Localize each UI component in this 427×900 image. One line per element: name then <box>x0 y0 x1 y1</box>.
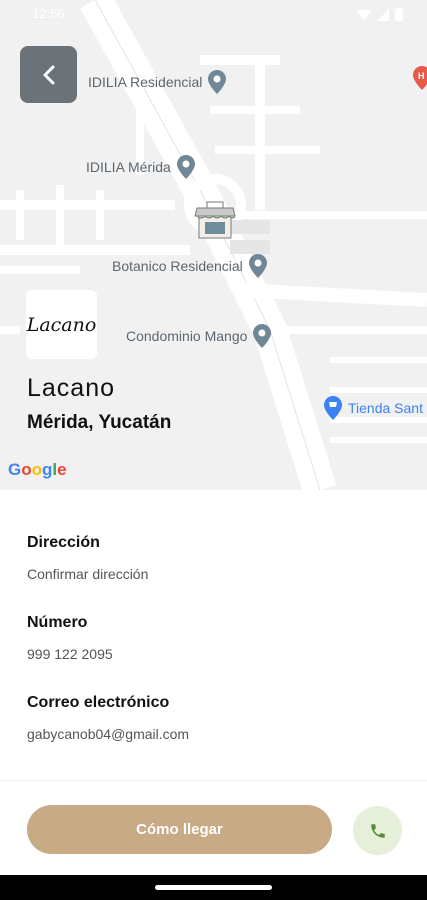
chevron-left-icon <box>43 65 54 84</box>
map-pin-icon <box>253 324 272 348</box>
google-attribution-logo: Google <box>8 460 67 480</box>
system-nav-bar <box>0 875 427 900</box>
store-city: Mérida, Yucatán <box>27 412 172 433</box>
map-view[interactable]: 12:56 IDILIA Residencial IDILIA Mérida B… <box>0 0 427 490</box>
wifi-icon <box>357 9 371 20</box>
google-letter: o <box>31 460 43 479</box>
map-poi[interactable]: Condominio Mango <box>126 324 272 348</box>
battery-icon <box>395 8 403 21</box>
status-time: 12:56 <box>32 6 65 21</box>
poi-label: Condominio Mango <box>126 328 248 344</box>
status-bar: 12:56 <box>0 0 427 30</box>
map-poi-store[interactable]: Tienda Sant <box>324 396 423 420</box>
status-icons <box>357 8 403 21</box>
address-label: Dirección <box>27 534 100 551</box>
store-logo: Lacano <box>26 290 97 359</box>
map-pin-icon <box>176 155 195 179</box>
store-marker-icon[interactable] <box>193 198 237 242</box>
svg-text:H: H <box>418 71 425 81</box>
poi-label: Botanico Residencial <box>112 258 243 274</box>
phone-label: Número <box>27 614 88 631</box>
map-pin-icon <box>248 254 267 278</box>
email-label: Correo electrónico <box>27 694 170 711</box>
store-name: Lacano <box>27 374 116 402</box>
map-poi[interactable]: Botanico Residencial <box>112 254 267 278</box>
google-letter: e <box>57 460 67 479</box>
map-poi[interactable]: IDILIA Mérida <box>86 155 195 179</box>
phone-icon <box>370 823 385 838</box>
map-pin-icon <box>208 70 227 94</box>
action-bar: Cómo llegar <box>0 780 427 875</box>
address-value[interactable]: Confirmar dirección <box>27 566 148 582</box>
email-value[interactable]: gabycanob04@gmail.com <box>27 726 189 742</box>
directions-button[interactable]: Cómo llegar <box>27 805 332 854</box>
google-letter: o <box>21 460 32 479</box>
poi-label: IDILIA Residencial <box>88 74 203 90</box>
phone-value[interactable]: 999 122 2095 <box>27 646 113 662</box>
map-pin-red-icon[interactable]: H <box>413 66 427 94</box>
google-letter: g <box>42 460 53 479</box>
poi-label: Tienda Sant <box>348 400 423 416</box>
poi-label: IDILIA Mérida <box>86 159 171 175</box>
signal-icon <box>377 8 389 21</box>
call-button[interactable] <box>353 806 402 855</box>
google-letter: G <box>8 460 22 479</box>
store-logo-text: Lacano <box>26 313 97 336</box>
back-button[interactable] <box>20 46 77 103</box>
home-gesture-handle[interactable] <box>155 885 272 890</box>
shopping-cart-pin-icon <box>324 396 342 420</box>
map-poi[interactable]: IDILIA Residencial <box>88 70 227 94</box>
